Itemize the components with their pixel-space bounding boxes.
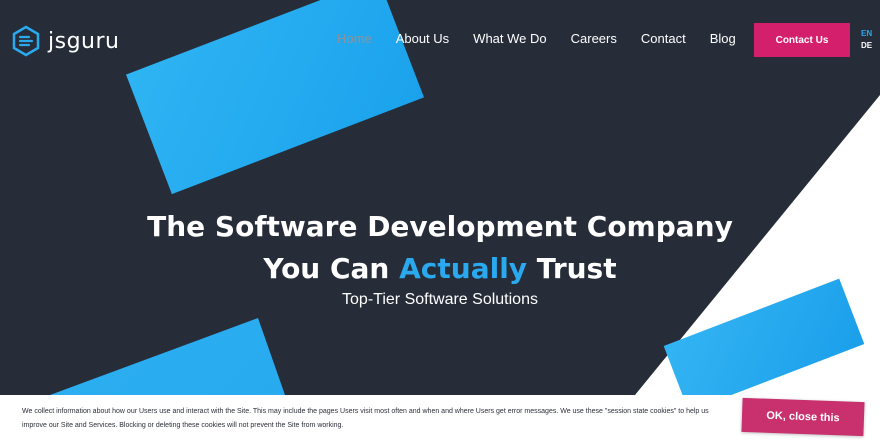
language-de[interactable]: DE: [861, 41, 872, 50]
language-switcher: EN DE: [861, 29, 872, 50]
language-en[interactable]: EN: [861, 29, 872, 38]
brand-name: jsguru: [48, 28, 120, 54]
hero-title: The Software Development Company You Can…: [0, 206, 880, 290]
nav-about-us[interactable]: About Us: [396, 31, 449, 46]
hero-title-line2-end: Trust: [527, 252, 617, 285]
hero-title-line1: The Software Development Company: [147, 210, 733, 243]
jsguru-logo-icon: [12, 25, 40, 57]
logo-link[interactable]: jsguru: [10, 25, 119, 57]
hero-subtitle: Top-Tier Software Solutions: [342, 291, 538, 308]
nav-home[interactable]: Home: [337, 31, 372, 46]
nav-contact[interactable]: Contact: [641, 31, 686, 46]
contact-us-button[interactable]: Contact Us: [754, 23, 850, 57]
nav-careers[interactable]: Careers: [571, 31, 617, 46]
cookie-notice-text: We collect information about how our Use…: [22, 408, 709, 429]
cookie-close-button[interactable]: OK, close this: [741, 397, 865, 437]
hero-title-line2-start: You Can: [263, 252, 400, 285]
blue-rectangle-decoration-top: [126, 0, 424, 195]
nav-blog[interactable]: Blog: [710, 31, 736, 46]
main-nav: Home About Us What We Do Careers Contact…: [337, 31, 760, 46]
nav-what-we-do[interactable]: What We Do: [473, 31, 546, 46]
hero-title-accent-word: Actually: [399, 252, 528, 285]
